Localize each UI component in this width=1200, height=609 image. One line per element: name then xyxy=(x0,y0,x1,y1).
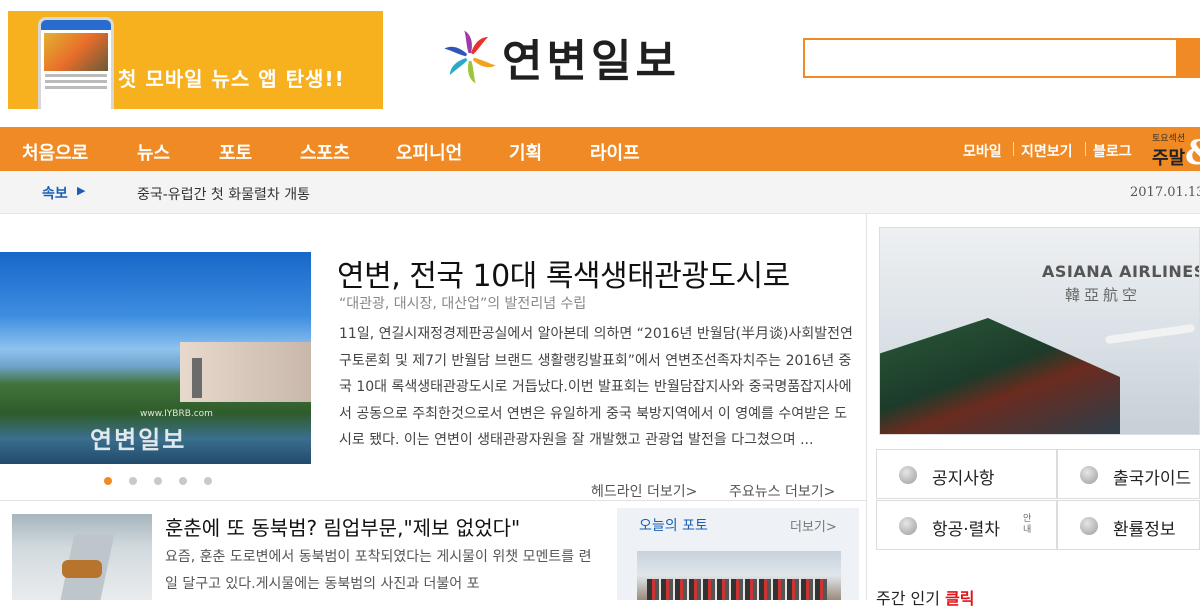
bullet-icon xyxy=(1080,517,1098,535)
more-major-news-link[interactable]: 주요뉴스 더보기> xyxy=(729,481,835,501)
nav-item-home[interactable]: 처음으로 xyxy=(22,139,88,165)
main-story-summary[interactable]: 11일, 연길시재정경제판공실에서 알아본데 의하면 “2016년 반월담(半月… xyxy=(339,321,857,454)
nav-item-life[interactable]: 라이프 xyxy=(590,139,640,165)
logo-icon[interactable] xyxy=(443,30,497,84)
bullet-icon xyxy=(899,466,917,484)
slide-indicator-dot[interactable] xyxy=(204,477,212,485)
promo-text: 첫 모바일 뉴스 앱 탄생!! xyxy=(118,67,345,91)
chevron-right-icon: ▶ xyxy=(77,184,86,197)
util-divider xyxy=(1085,142,1086,156)
photo-of-the-day-image[interactable] xyxy=(637,551,841,600)
story-summary[interactable]: 요즘, 훈춘 도로변에서 동북범이 포착되였다는 게시물이 위챗 모멘트를 련일… xyxy=(165,544,595,598)
weekend-ampersand: & xyxy=(1185,133,1200,173)
more-headlines-link[interactable]: 헤드라인 더보기> xyxy=(591,481,697,501)
weekend-section-link[interactable]: 주말 xyxy=(1152,144,1185,170)
site-logo[interactable]: 연변일보 xyxy=(502,25,680,89)
slide-indicator-dot[interactable] xyxy=(154,477,162,485)
nav-item-photo[interactable]: 포토 xyxy=(219,139,252,165)
slide-indicator-dot[interactable] xyxy=(129,477,137,485)
quick-link-exchange-rates[interactable]: 환률정보 xyxy=(1057,500,1200,550)
mobile-app-promo-banner[interactable]: 첫 모바일 뉴스 앱 탄생!! xyxy=(8,11,383,109)
main-nav: 처음으로 뉴스 포토 스포츠 오피니언 기획 라이프 모바일 지면보기 블로그 … xyxy=(0,127,1200,173)
current-date: 2017.01.13 xyxy=(1130,185,1200,200)
quick-link-label: 환률정보 xyxy=(1113,520,1176,540)
quick-link-label: 공지사항 xyxy=(932,469,995,489)
breaking-headline-link[interactable]: 중국-유럽간 첫 화물렬차 개통 xyxy=(137,184,310,204)
ad-brand-name: ASIANA AIRLINES xyxy=(1042,262,1200,281)
util-divider xyxy=(1013,142,1014,156)
main-story-photo[interactable]: www.IYBRB.com 연변일보 xyxy=(0,252,311,464)
nav-item-opinion[interactable]: 오피니언 xyxy=(396,139,462,165)
weekly-popular-heading: 주간 인기 클릭 xyxy=(876,585,975,609)
quick-link-label: 항공·렬차 xyxy=(932,520,1000,540)
photo-watermark: 연변일보 xyxy=(90,426,187,454)
weekly-popular-prefix: 주간 인기 xyxy=(876,589,946,608)
phone-mockup-image xyxy=(38,17,114,109)
story-thumbnail[interactable] xyxy=(12,514,152,600)
quick-link-notices[interactable]: 공지사항 xyxy=(876,449,1057,499)
quick-link-sublabel: 안내 xyxy=(1023,514,1032,535)
nav-util-eprint[interactable]: 지면보기 xyxy=(1021,141,1073,161)
photo-of-the-day-box: 오늘의 포토 더보기> xyxy=(617,508,859,600)
bullet-icon xyxy=(1080,466,1098,484)
slide-indicator-dot[interactable] xyxy=(179,477,187,485)
weekly-popular-accent: 클릭 xyxy=(945,589,975,608)
quick-link-transport-info[interactable]: 항공·렬차 안내 xyxy=(876,500,1057,550)
quick-link-travel-guide[interactable]: 출국가이드 xyxy=(1057,449,1200,499)
bullet-icon xyxy=(899,517,917,535)
nav-item-news[interactable]: 뉴스 xyxy=(137,139,170,165)
section-divider xyxy=(0,500,866,501)
column-divider xyxy=(866,213,867,600)
weekend-section-caption[interactable]: 토요섹션 xyxy=(1152,131,1185,144)
photo-of-the-day-more-link[interactable]: 더보기> xyxy=(790,516,837,535)
nav-item-feature[interactable]: 기획 xyxy=(509,139,542,165)
photo-watermark-url: www.IYBRB.com xyxy=(140,409,213,419)
breaking-label: 속보 xyxy=(42,186,68,202)
nav-item-sports[interactable]: 스포츠 xyxy=(300,139,350,165)
search-button[interactable] xyxy=(1178,38,1200,78)
airplane-image xyxy=(1104,323,1196,345)
main-story-headline[interactable]: 연변, 전국 10대 록색생태관광도시로 xyxy=(337,251,790,295)
nav-util-mobile[interactable]: 모바일 xyxy=(963,141,1002,161)
airline-ad-banner[interactable]: ASIANA AIRLINES 韓亞航空 xyxy=(879,227,1200,435)
slide-indicator-dot[interactable] xyxy=(104,477,112,485)
nav-util-blog[interactable]: 블로그 xyxy=(1093,141,1132,161)
ad-brand-hanja: 韓亞航空 xyxy=(1065,286,1142,304)
breaking-news-bar: 속보 ▶ 중국-유럽간 첫 화물렬차 개통 2017.01.13 xyxy=(0,171,1200,214)
photo-of-the-day-title: 오늘의 포토 xyxy=(639,518,708,534)
main-story-subhead: “대관광, 대시장, 대산업”의 발전리념 수립 xyxy=(339,296,587,312)
palace-roof-image xyxy=(880,318,1120,434)
story-title[interactable]: 훈춘에 또 동북범? 림업부문,"제보 없었다" xyxy=(165,512,520,541)
quick-link-label: 출국가이드 xyxy=(1113,469,1192,489)
search-input[interactable] xyxy=(803,38,1178,78)
